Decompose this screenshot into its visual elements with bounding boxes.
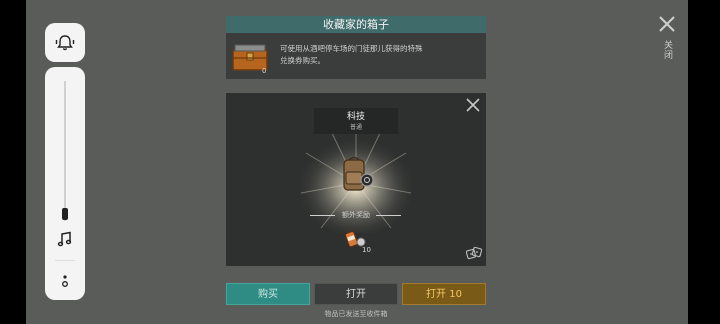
chest-title: 收藏家的箱子 bbox=[226, 16, 486, 33]
bell-vibrate-icon bbox=[55, 34, 75, 50]
chest-description: 可使用从酒吧停车场的门徒那儿获得的特殊 兑换券购买。 bbox=[280, 43, 480, 67]
description-line-1: 可使用从酒吧停车场的门徒那儿获得的特殊 bbox=[280, 44, 423, 53]
tier-name: 科技 bbox=[346, 112, 365, 122]
description-line-2: 兑换券购买。 bbox=[280, 56, 325, 65]
open-button[interactable]: 打开 bbox=[314, 283, 398, 305]
chest-info: 0 可使用从酒吧停车场的门徒那儿获得的特殊 兑换券购买。 bbox=[226, 33, 486, 79]
dice-icon[interactable] bbox=[466, 245, 482, 261]
screen-edge-right bbox=[688, 0, 720, 324]
close-reward-icon[interactable] bbox=[466, 98, 480, 112]
volume-divider bbox=[55, 260, 75, 261]
open-ten-label: 打开 bbox=[426, 289, 447, 300]
open-ten-count: 10 bbox=[449, 289, 462, 300]
open-ten-button[interactable]: 打开 10 bbox=[402, 283, 486, 305]
buy-button[interactable]: 购买 bbox=[226, 283, 310, 305]
backpack-icon bbox=[343, 156, 374, 191]
screen-edge-left bbox=[0, 0, 26, 324]
tier-header: 科技 普通 bbox=[314, 108, 398, 134]
bonus-count: 10 bbox=[362, 246, 371, 254]
reward-panel: 科技 普通 额外奖励 10 bbox=[226, 93, 486, 266]
chest-count: 0 bbox=[262, 67, 267, 75]
tier-rarity: 普通 bbox=[349, 124, 362, 131]
music-note-icon[interactable] bbox=[55, 229, 75, 249]
bonus-separator-left bbox=[310, 215, 335, 216]
close-label[interactable]: 关闭 bbox=[660, 40, 674, 60]
bonus-separator-right bbox=[376, 215, 401, 216]
bonus-label: 额外奖励 bbox=[342, 211, 370, 219]
more-options-icon[interactable] bbox=[55, 273, 75, 291]
ringer-toggle-button[interactable] bbox=[45, 23, 85, 62]
close-icon[interactable] bbox=[657, 14, 677, 34]
volume-panel bbox=[45, 67, 85, 300]
footer-note: 物品已发送至收件箱 bbox=[324, 310, 388, 318]
volume-thumb[interactable] bbox=[62, 208, 68, 220]
volume-track[interactable] bbox=[64, 81, 66, 221]
